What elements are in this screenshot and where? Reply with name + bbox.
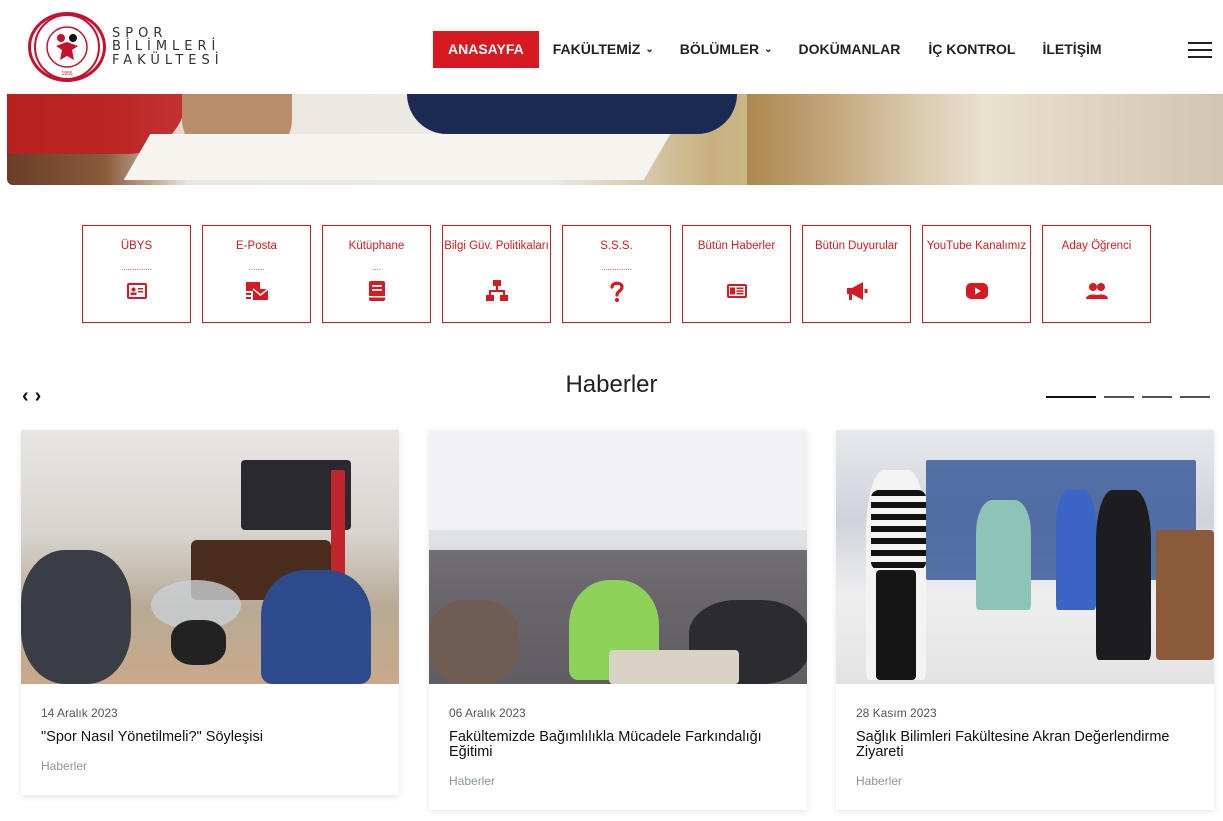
megaphone-icon — [846, 282, 867, 300]
nav-dokumanlar-label: DOKÜMANLAR — [798, 41, 901, 57]
carousel-dot[interactable] — [1142, 396, 1172, 398]
carousel-pagination — [1046, 396, 1218, 398]
quick-link-youtube[interactable]: YouTube Kanalımız — [922, 225, 1031, 323]
news-image[interactable] — [429, 430, 807, 684]
quick-link-label: Bilgi Güv. Politikaları — [444, 240, 549, 252]
hero-banner — [7, 94, 1223, 185]
nav-dokumanlar[interactable]: DOKÜMANLAR — [798, 31, 900, 67]
id-card-icon — [126, 283, 147, 299]
logo-line-2: BİLİMLERİ — [112, 39, 221, 55]
news-section-title: Haberler — [565, 371, 658, 398]
nav-ic-kontrol[interactable]: İÇ KONTROL — [928, 31, 1015, 67]
quick-link-dots — [923, 265, 1030, 275]
newspaper-icon — [726, 284, 747, 298]
quick-link-butun-haberler[interactable]: Bütün Haberler — [682, 225, 791, 323]
quick-link-sss[interactable]: S.S.S. .............. — [562, 225, 671, 323]
nav-fakultemiz[interactable]: FAKÜLTEMİZ ⌄ — [553, 31, 654, 67]
faculty-logo[interactable]: 1955 SPOR BİLİMLERİ FAKÜLTESİ — [28, 12, 224, 82]
quick-link-dots: ....... — [248, 263, 265, 272]
quick-links: ÜBYS .............. E-Posta ....... Kütü… — [82, 225, 1162, 323]
network-sitemap-icon — [485, 280, 508, 301]
news-card[interactable]: 06 Aralık 2023 Fakültemizde Bağımlılıkla… — [429, 430, 807, 810]
quick-link-dots: .... — [372, 263, 381, 272]
news-date: 14 Aralık 2023 — [41, 706, 118, 720]
nav-bolumler-label: BÖLÜMLER — [679, 41, 760, 57]
quick-link-bilgi-guvenligi[interactable]: Bilgi Güv. Politikaları — [442, 225, 551, 323]
news-category[interactable]: Haberler — [41, 759, 399, 795]
news-image[interactable] — [836, 430, 1214, 684]
carousel-dot[interactable] — [1046, 396, 1096, 398]
news-title[interactable]: "Spor Nasıl Yönetilmeli?" Söyleşisi — [41, 730, 379, 745]
chevron-down-icon: ⌄ — [764, 43, 773, 55]
quick-link-label: YouTube Kanalımız — [926, 240, 1027, 252]
quick-link-eposta[interactable]: E-Posta ....... — [202, 225, 311, 323]
news-card[interactable]: 14 Aralık 2023 "Spor Nasıl Yönetilmeli?"… — [21, 430, 399, 795]
quick-link-label: E-Posta — [236, 240, 277, 252]
mail-envelope-icon — [245, 282, 268, 300]
news-category[interactable]: Haberler — [856, 774, 1214, 810]
quick-link-label: S.S.S. — [600, 240, 633, 252]
quick-link-dots: .............. — [600, 263, 633, 272]
quick-link-label: Bütün Haberler — [697, 240, 776, 252]
carousel-dot[interactable] — [1104, 396, 1134, 398]
nav-ic-kontrol-label: İÇ KONTROL — [928, 41, 1016, 57]
quick-link-dots — [443, 265, 550, 275]
nav-bolumler[interactable]: BÖLÜMLER ⌄ — [680, 31, 773, 67]
quick-link-label: ÜBYS — [120, 240, 153, 252]
quick-link-kutuphane[interactable]: Kütüphane .... — [322, 225, 431, 323]
nav-anasayfa-label: ANASAYFA — [448, 41, 524, 57]
svg-text:1955: 1955 — [61, 71, 72, 77]
news-date: 28 Kasım 2023 — [856, 706, 937, 720]
quick-link-aday-ogrenci[interactable]: Aday Öğrenci — [1042, 225, 1151, 323]
quick-link-label: Kütüphane — [348, 240, 405, 252]
users-icon — [1085, 283, 1108, 299]
youtube-icon — [965, 283, 988, 299]
question-icon — [609, 281, 624, 302]
news-title[interactable]: Sağlık Bilimleri Fakültesine Akran Değer… — [856, 730, 1194, 760]
nav-iletisim-label: İLETİŞİM — [1042, 41, 1102, 57]
logo-text: SPOR BİLİMLERİ FAKÜLTESİ — [112, 26, 224, 68]
news-card[interactable]: 28 Kasım 2023 Sağlık Bilimleri Fakültesi… — [836, 430, 1214, 810]
quick-link-label: Bütün Duyurular — [814, 240, 899, 252]
carousel-dot[interactable] — [1180, 396, 1210, 398]
logo-line-3: FAKÜLTESİ — [112, 52, 224, 68]
quick-link-dots — [1043, 265, 1150, 275]
news-date: 06 Aralık 2023 — [449, 706, 526, 720]
hamburger-icon[interactable] — [1188, 42, 1212, 58]
quick-link-dots — [803, 265, 910, 275]
nav-fakultemiz-label: FAKÜLTEMİZ — [552, 41, 641, 57]
news-category[interactable]: Haberler — [449, 774, 807, 810]
book-icon — [368, 281, 385, 301]
chevron-down-icon: ⌄ — [645, 43, 654, 55]
news-title[interactable]: Fakültemizde Bağımlılıkla Mücadele Farkı… — [449, 730, 787, 760]
quick-link-dots — [683, 265, 790, 275]
logo-emblem-icon: 1955 — [28, 12, 106, 82]
quick-link-dots: .............. — [120, 263, 153, 272]
quick-link-ubys[interactable]: ÜBYS .............. — [82, 225, 191, 323]
quick-link-butun-duyurular[interactable]: Bütün Duyurular — [802, 225, 911, 323]
site-header: 1955 SPOR BİLİMLERİ FAKÜLTESİ ANASAYFA F… — [0, 0, 1223, 94]
main-nav: ANASAYFA FAKÜLTEMİZ ⌄ BÖLÜMLER ⌄ DOKÜMANLA… — [433, 30, 1102, 68]
quick-link-label: Aday Öğrenci — [1061, 240, 1132, 252]
nav-anasayfa[interactable]: ANASAYFA — [433, 30, 539, 68]
nav-iletisim[interactable]: İLETİŞİM — [1042, 31, 1101, 67]
news-image[interactable] — [21, 430, 399, 684]
